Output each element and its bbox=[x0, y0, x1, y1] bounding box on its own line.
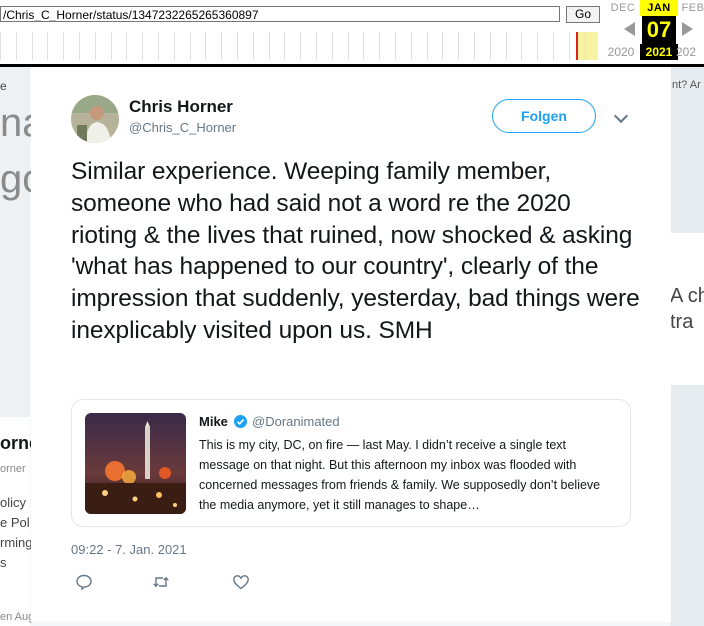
tweet-text: Similar experience. Weeping family membe… bbox=[71, 158, 640, 344]
follow-button[interactable]: Folgen bbox=[492, 99, 596, 133]
bg-fragment-right-top: nt? Ar bbox=[672, 79, 701, 91]
like-icon[interactable] bbox=[232, 573, 250, 591]
year-current: 2021 bbox=[640, 44, 678, 60]
tweet-timestamp[interactable]: 09:22 - 7. Jan. 2021 bbox=[71, 542, 187, 557]
timeline-tick bbox=[442, 32, 444, 60]
quoted-author-handle[interactable]: @Doranimated bbox=[252, 414, 340, 429]
quoted-tweet-text: This is my city, DC, on fire — last May.… bbox=[199, 438, 601, 512]
timeline-tick bbox=[142, 32, 144, 60]
reply-icon[interactable] bbox=[75, 573, 93, 591]
timeline-tick bbox=[347, 32, 349, 60]
timeline-tick bbox=[205, 32, 207, 60]
timeline-tick bbox=[410, 32, 412, 60]
avatar[interactable] bbox=[71, 95, 119, 143]
day-current: 07 bbox=[642, 16, 676, 44]
timeline-tick bbox=[505, 32, 507, 60]
timeline-tick bbox=[553, 32, 554, 60]
timeline-tick bbox=[331, 32, 333, 60]
timeline-tick bbox=[284, 32, 286, 60]
year-prev[interactable]: 2020 bbox=[602, 45, 640, 59]
tweet-card: Chris Horner @Chris_C_Horner Folgen Simi… bbox=[31, 67, 671, 622]
timeline-tick bbox=[237, 32, 238, 60]
chevron-down-icon[interactable] bbox=[613, 108, 629, 124]
wayback-go-button[interactable]: Go bbox=[566, 6, 600, 23]
bg-fragment-pol: e Pol bbox=[0, 515, 30, 530]
bg-fragment-rming: rming bbox=[0, 535, 33, 550]
bg-fragment-s: s bbox=[0, 555, 7, 570]
timeline-marker bbox=[576, 32, 578, 60]
timeline-tick bbox=[268, 32, 270, 60]
timeline-tick bbox=[489, 32, 491, 60]
timeline-tick bbox=[63, 32, 65, 60]
timeline-tick bbox=[158, 32, 159, 60]
month-next[interactable]: FEB bbox=[674, 2, 704, 14]
timeline-tick bbox=[379, 32, 381, 60]
timeline-tick bbox=[521, 32, 523, 60]
timeline-tick bbox=[31, 32, 33, 60]
timeline-tick bbox=[0, 32, 1, 60]
wayback-url-input[interactable]: /Chris_C_Horner/status/13472322652653608… bbox=[0, 6, 560, 22]
timeline-tick bbox=[300, 32, 302, 60]
author-name[interactable]: Chris Horner bbox=[129, 97, 233, 117]
timeline-tick bbox=[363, 32, 365, 60]
bg-fragment-right-1: A ch bbox=[670, 285, 704, 307]
timeline-tick bbox=[316, 32, 317, 60]
timeline-tick bbox=[173, 32, 175, 60]
timeline-tick bbox=[584, 32, 586, 60]
timeline-tick bbox=[189, 32, 191, 60]
bg-right-card: A ch tra bbox=[670, 233, 704, 385]
timeline-tick bbox=[474, 32, 475, 60]
year-next[interactable]: 202 bbox=[676, 45, 704, 59]
timeline-tick bbox=[94, 32, 96, 60]
prev-capture-arrow-icon[interactable] bbox=[624, 22, 635, 36]
timeline-tick bbox=[426, 32, 428, 60]
timeline-highlight bbox=[578, 32, 598, 60]
bg-profile-card: orne orner olicy e Pol rming s en August… bbox=[0, 417, 76, 626]
timeline-tick bbox=[47, 32, 49, 60]
month-current: JAN bbox=[640, 0, 678, 16]
timeline-tick bbox=[126, 32, 128, 60]
background-left-column: e na go orne orner olicy e Pol rming s e… bbox=[0, 67, 76, 626]
wayback-toolbar: /Chris_C_Horner/status/13472322652653608… bbox=[0, 0, 704, 67]
timeline-tick bbox=[110, 32, 112, 60]
retweet-icon[interactable] bbox=[152, 573, 170, 591]
timeline-tick bbox=[568, 32, 570, 60]
timeline-tick bbox=[15, 32, 17, 60]
bg-fragment-handle: orner bbox=[0, 463, 26, 475]
background-right-column: nt? Ar A ch tra bbox=[670, 67, 704, 626]
timeline-tick bbox=[252, 32, 254, 60]
verified-badge-icon bbox=[234, 415, 247, 428]
quoted-author-name[interactable]: Mike bbox=[199, 414, 228, 429]
quoted-tweet-image[interactable] bbox=[85, 413, 186, 514]
bg-fragment-top-left: e bbox=[0, 79, 7, 93]
author-handle[interactable]: @Chris_C_Horner bbox=[129, 120, 236, 135]
bg-fragment-right-2: tra bbox=[670, 311, 694, 333]
timeline-tick bbox=[537, 32, 539, 60]
bg-fragment-policy: olicy bbox=[0, 495, 27, 510]
quoted-tweet[interactable]: Mike @Doranimated This is my city, DC, o… bbox=[71, 399, 631, 527]
timeline-tick bbox=[395, 32, 396, 60]
next-capture-arrow-icon[interactable] bbox=[682, 22, 693, 36]
timeline-tick bbox=[221, 32, 223, 60]
timeline-tick bbox=[79, 32, 80, 60]
month-prev[interactable]: DEC bbox=[604, 2, 642, 14]
wayback-timeline[interactable] bbox=[0, 32, 600, 60]
timeline-tick bbox=[458, 32, 460, 60]
